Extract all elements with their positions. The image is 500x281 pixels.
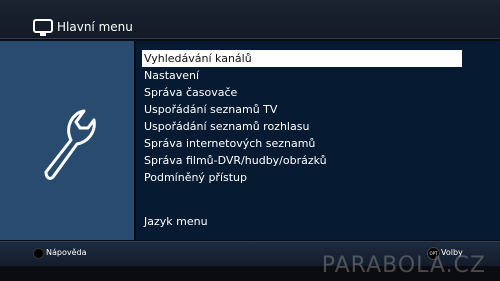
- wrench-icon: [44, 109, 96, 180]
- menu-item-conditional-access[interactable]: Podmíněný přístup: [142, 169, 462, 186]
- menu-item-internet-lists[interactable]: Správa internetových seznamů: [142, 135, 462, 152]
- menu-item-tv-list-arrangement[interactable]: Uspořádání seznamů TV: [142, 101, 462, 118]
- menu-item-media-management[interactable]: Správa filmů-DVR/hudby/obrázků: [142, 152, 462, 169]
- watermark: PARABOLA.CZ: [321, 253, 486, 278]
- menu-item-radio-list-arrangement[interactable]: Uspořádání seznamů rozhlasu: [142, 118, 462, 135]
- tv-icon: [33, 19, 53, 36]
- header-bar: Hlavní menu: [0, 0, 500, 39]
- menu-item-channel-search[interactable]: Vyhledávání kanálů: [142, 50, 462, 67]
- menu-item-settings[interactable]: Nastavení: [142, 67, 462, 84]
- page-title: Hlavní menu: [57, 20, 133, 34]
- help-label: Nápověda: [46, 248, 87, 257]
- menu-item-menu-language[interactable]: Jazyk menu: [142, 213, 462, 230]
- menu-item-timer-management[interactable]: Správa časovače: [142, 84, 462, 101]
- help-button-icon[interactable]: [33, 248, 44, 259]
